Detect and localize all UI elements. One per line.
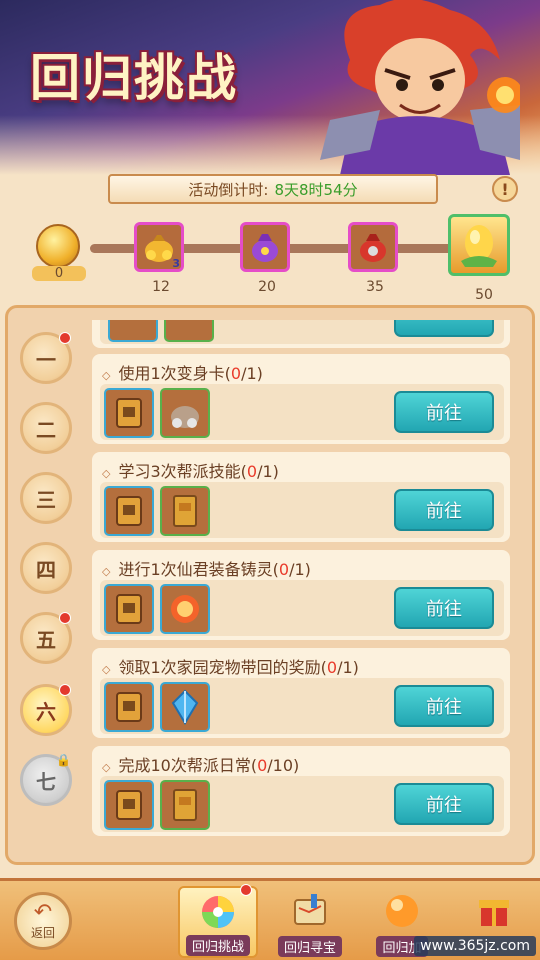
- reward-silver-bag-icon[interactable]: [160, 388, 210, 438]
- day-tab-4[interactable]: 四: [20, 542, 72, 594]
- tab-return-challenge[interactable]: 回归挑战: [178, 884, 258, 958]
- info-icon[interactable]: !: [492, 176, 518, 202]
- reward-slot[interactable]: [108, 320, 158, 342]
- day-tab-label: 七: [36, 769, 56, 794]
- task-title: ◇ 完成10次帮派日常(0/10): [102, 756, 300, 775]
- back-button[interactable]: ↶ 返回: [14, 892, 72, 950]
- reward-token-icon[interactable]: [104, 388, 154, 438]
- task-item: ◇ 完成10次帮派日常(0/10) 前往: [92, 746, 510, 836]
- diamond-bullet-icon: ◇: [102, 467, 111, 480]
- diamond-bullet-icon: ◇: [102, 565, 111, 578]
- milestone-count-badge: 3: [172, 257, 180, 270]
- milestone-value: 50: [475, 287, 493, 303]
- day-tab-7[interactable]: 七 🔒: [20, 753, 72, 806]
- task-rewards-area: 前往: [100, 678, 504, 734]
- day-tab-2[interactable]: 二: [20, 402, 72, 454]
- tab-label: 回归寻宝: [277, 936, 342, 957]
- gift-box-icon: [471, 888, 517, 934]
- task-title: ◇ 进行1次仙君装备铸灵(0/1): [102, 560, 311, 579]
- treasure-map-icon: [287, 888, 333, 934]
- current-score: 0: [32, 266, 86, 281]
- notification-dot: [59, 612, 71, 624]
- notification-dot: [59, 684, 71, 696]
- go-button[interactable]: 前往: [394, 587, 494, 629]
- milestone-reward-12[interactable]: 3: [134, 222, 184, 272]
- day-tab-6[interactable]: 六: [20, 684, 72, 736]
- task-item: ◇ 使用1次变身卡(0/1) 前往: [92, 354, 510, 444]
- task-title: ◇ 使用1次变身卡(0/1): [102, 364, 263, 383]
- day-tab-1[interactable]: 一: [20, 332, 72, 384]
- milestone-value: 12: [152, 279, 170, 295]
- tab-label: 回归挑战: [185, 935, 250, 956]
- red-gift-bag-icon: [360, 234, 386, 262]
- go-button[interactable]: 前往: [394, 685, 494, 727]
- back-label: 返回: [30, 925, 55, 940]
- reward-token-icon[interactable]: [104, 682, 154, 732]
- back-arrow-icon: ↶: [33, 899, 53, 925]
- day-tab-label: 五: [36, 627, 56, 652]
- countdown-label: 活动倒计时:: [188, 180, 269, 199]
- notification-dot: [59, 332, 71, 344]
- reward-token-icon[interactable]: [104, 486, 154, 536]
- task-item: ◇ 学习3次帮派技能(0/1) 前往: [92, 452, 510, 542]
- reward-slot[interactable]: [164, 320, 214, 342]
- milestone-reward-20[interactable]: [240, 222, 290, 272]
- countdown-value: 8天8时54分: [274, 180, 358, 199]
- day-tab-label: 三: [36, 487, 56, 512]
- orange-orb-icon: [379, 888, 425, 934]
- purple-bag-icon: [252, 234, 278, 262]
- hero-character-illustration: [320, 0, 520, 175]
- reward-guild-book-icon[interactable]: [160, 486, 210, 536]
- task-item: ◇ 进行1次仙君装备铸灵(0/1) 前往: [92, 550, 510, 640]
- milestone-value: 20: [258, 279, 276, 295]
- score-coin-icon: [36, 224, 80, 268]
- page-title: 回归挑战: [30, 48, 238, 107]
- diamond-bullet-icon: ◇: [102, 369, 111, 382]
- day-tab-label: 六: [36, 699, 56, 724]
- reward-token-icon[interactable]: [104, 780, 154, 830]
- day-tab-label: 四: [36, 557, 56, 582]
- task-title: ◇ 学习3次帮派技能(0/1): [102, 462, 279, 481]
- golden-egg-icon: [461, 225, 497, 267]
- task-rewards-area: [100, 320, 504, 344]
- day-tab-5[interactable]: 五: [20, 612, 72, 664]
- diamond-bullet-icon: ◇: [102, 761, 111, 774]
- tab-return-treasure[interactable]: 回归寻宝: [270, 886, 350, 958]
- task-rewards-area: 前往: [100, 580, 504, 636]
- milestone-reward-50[interactable]: [448, 214, 510, 276]
- countdown-bar: 活动倒计时: 8天8时54分: [108, 174, 438, 204]
- header-banner: 回归挑战: [0, 0, 540, 175]
- day-tab-label: 一: [36, 347, 56, 372]
- task-item: [92, 320, 510, 348]
- go-button[interactable]: 前往: [394, 391, 494, 433]
- day-tab-3[interactable]: 三: [20, 472, 72, 524]
- colorful-wheel-icon: [195, 890, 241, 933]
- reward-guild-book-icon[interactable]: [160, 780, 210, 830]
- milestone-reward-35[interactable]: [348, 222, 398, 272]
- task-rewards-area: 前往: [100, 482, 504, 538]
- reward-blue-crystal-icon[interactable]: [160, 682, 210, 732]
- go-button[interactable]: 前往: [394, 489, 494, 531]
- go-button[interactable]: 前往: [394, 783, 494, 825]
- watermark: www.365jz.com: [414, 936, 536, 956]
- reward-token-icon[interactable]: [104, 584, 154, 634]
- task-title: ◇ 领取1次家园宠物带回的奖励(0/1): [102, 658, 359, 677]
- lock-icon: 🔒: [56, 753, 71, 767]
- task-list[interactable]: ◇ 使用1次变身卡(0/1) 前往 ◇ 学习3次帮派技能(0/1) 前往 ◇ 进…: [92, 320, 512, 852]
- diamond-bullet-icon: ◇: [102, 663, 111, 676]
- task-item: ◇ 领取1次家园宠物带回的奖励(0/1) 前往: [92, 648, 510, 738]
- notification-dot: [240, 884, 252, 896]
- milestone-value: 35: [366, 279, 384, 295]
- task-rewards-area: 前往: [100, 384, 504, 440]
- day-tab-label: 二: [36, 417, 56, 442]
- go-button[interactable]: [394, 320, 494, 337]
- reward-fire-orb-icon[interactable]: [160, 584, 210, 634]
- task-rewards-area: 前往: [100, 776, 504, 832]
